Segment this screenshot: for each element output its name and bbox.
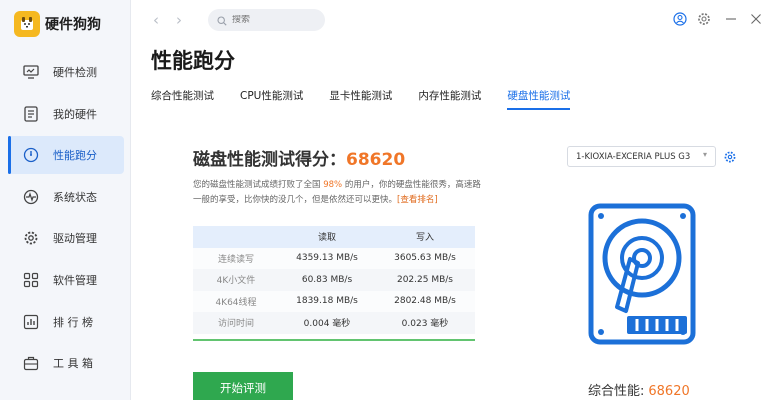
monitor-icon	[22, 63, 40, 81]
score-heading: 磁盘性能测试得分：68620	[193, 145, 405, 170]
ranking-icon	[22, 313, 40, 331]
tab-overall[interactable]: 综合性能测试	[151, 88, 214, 106]
table-row: 连续读写 4359.13 MB/s 3605.63 MB/s	[193, 247, 475, 269]
toolbox-icon	[22, 354, 40, 372]
search-input[interactable]	[232, 15, 312, 25]
summary-value: 68620	[648, 384, 690, 399]
sidebar-item-my-hardware[interactable]: 我的硬件	[8, 95, 124, 133]
sidebar-item-label: 工 具 箱	[53, 357, 93, 371]
close-icon[interactable]	[748, 11, 764, 27]
dog-logo-icon	[14, 11, 40, 37]
sidebar-item-ranking[interactable]: 排 行 榜	[8, 303, 124, 341]
sidebar-item-label: 排 行 榜	[53, 315, 93, 329]
settings-icon[interactable]	[696, 11, 712, 27]
write-value: 2802.48 MB/s	[394, 296, 456, 307]
speedometer-icon	[22, 146, 40, 164]
gear-icon	[22, 229, 40, 247]
sidebar-item-software[interactable]: 软件管理	[8, 261, 124, 299]
read-value: 4359.13 MB/s	[296, 253, 358, 264]
read-value: 60.83 MB/s	[301, 274, 353, 285]
write-value: 3605.63 MB/s	[394, 253, 456, 264]
minimize-icon[interactable]	[723, 11, 739, 27]
header-cell-write: 写入	[415, 233, 434, 244]
sidebar-item-label: 驱动管理	[53, 232, 97, 246]
sidebar-item-label: 性能跑分	[53, 149, 97, 163]
table-row: 访问时间 0.004 毫秒 0.023 毫秒	[193, 312, 475, 334]
sidebar-item-benchmark[interactable]: 性能跑分	[8, 136, 124, 175]
row-label: 访问时间	[217, 319, 254, 330]
table-row: 4K64线程 1839.18 MB/s 2802.48 MB/s	[193, 290, 475, 312]
sidebar-nav: 硬件检测 我的硬件 性能跑分 系统状态 驱动管理 软件管理 排 行 榜 工 具 …	[8, 53, 124, 386]
table-row: 4K小文件 60.83 MB/s 202.25 MB/s	[193, 269, 475, 291]
read-value: 0.004 毫秒	[303, 319, 351, 330]
results-table: 读取 写入 连续读写 4359.13 MB/s 3605.63 MB/s 4K小…	[193, 226, 475, 334]
device-settings-icon[interactable]	[723, 149, 737, 163]
benchmark-tabs: 综合性能测试 CPU性能测试 显卡性能测试 内存性能测试 硬盘性能测试	[151, 88, 596, 110]
header-cell-read: 读取	[317, 233, 336, 244]
chevron-down-icon: ▾	[702, 150, 707, 159]
beat-percent: 98%	[323, 180, 343, 190]
write-value: 202.25 MB/s	[396, 274, 453, 285]
sidebar-item-system-status[interactable]: 系统状态	[8, 178, 124, 216]
sidebar-item-toolbox[interactable]: 工 具 箱	[8, 344, 124, 382]
search-box[interactable]	[208, 9, 325, 31]
list-icon	[22, 105, 40, 123]
search-icon	[217, 11, 227, 30]
apps-icon	[22, 271, 40, 289]
tab-gpu[interactable]: 显卡性能测试	[329, 88, 392, 106]
start-benchmark-button[interactable]: 开始评测	[193, 372, 293, 400]
score-heading-label: 磁盘性能测试得分：	[193, 150, 346, 170]
view-ranking-link[interactable]: [查看排名]	[397, 195, 438, 205]
device-select[interactable]: 1-KIOXIA-EXCERIA PLUS G3 ▾	[567, 146, 716, 167]
summary-label: 综合性能:	[588, 384, 645, 399]
table-bottom-line	[193, 339, 475, 341]
app-name: 硬件狗狗	[45, 17, 101, 33]
back-arrow-icon[interactable]: ‹	[149, 11, 163, 29]
overall-summary: 综合性能: 68620	[588, 380, 690, 399]
sidebar-item-hardware-check[interactable]: 硬件检测	[8, 53, 124, 91]
row-label: 4K小文件	[216, 276, 256, 287]
sidebar-item-label: 软件管理	[53, 273, 97, 287]
sidebar-item-driver[interactable]: 驱动管理	[8, 219, 124, 257]
read-value: 1839.18 MB/s	[296, 296, 358, 307]
app-logo: 硬件狗狗	[14, 10, 101, 38]
top-bar: ‹ ›	[131, 0, 776, 40]
score-value: 68620	[346, 150, 406, 170]
hard-drive-icon	[587, 203, 697, 345]
write-value: 0.023 毫秒	[401, 319, 449, 330]
tab-cpu[interactable]: CPU性能测试	[240, 88, 303, 106]
pulse-icon	[22, 188, 40, 206]
tab-disk[interactable]: 硬盘性能测试	[507, 88, 571, 110]
row-label: 4K64线程	[215, 297, 257, 308]
sidebar: 硬件狗狗 硬件检测 我的硬件 性能跑分 系统状态 驱动管理 软件管理 排 行 榜…	[0, 0, 131, 400]
user-icon[interactable]	[672, 11, 688, 27]
sidebar-item-label: 系统状态	[53, 190, 97, 204]
score-description: 您的磁盘性能测试成绩打败了全国 98% 的用户，你的硬盘性能很秀，高速路一般的享…	[193, 178, 483, 208]
tab-memory[interactable]: 内存性能测试	[418, 88, 481, 106]
desc-prefix: 您的磁盘性能测试成绩打败了全国	[193, 180, 324, 190]
forward-arrow-icon[interactable]: ›	[172, 11, 186, 29]
device-select-value: 1-KIOXIA-EXCERIA PLUS G3	[576, 151, 691, 162]
sidebar-item-label: 我的硬件	[53, 107, 97, 121]
row-label: 连续读写	[217, 254, 254, 265]
sidebar-item-label: 硬件检测	[53, 66, 97, 79]
table-header: 读取 写入	[193, 226, 475, 248]
page-title: 性能跑分	[151, 49, 235, 73]
